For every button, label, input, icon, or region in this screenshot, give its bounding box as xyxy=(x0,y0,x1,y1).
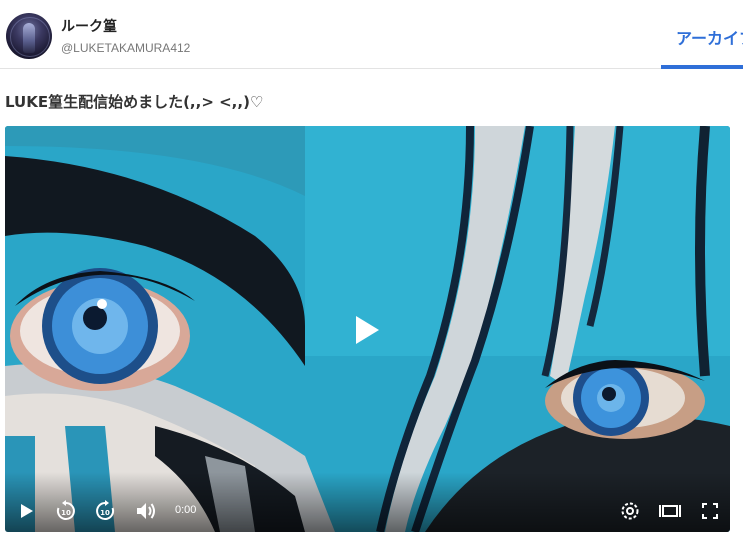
avatar[interactable] xyxy=(6,13,52,59)
tab-archive[interactable]: アーカイブ xyxy=(676,25,743,49)
video-player[interactable]: 10 10 0:00 xyxy=(5,126,730,532)
time-display: 0:00 xyxy=(175,504,197,516)
rewind-10-icon[interactable]: 10 xyxy=(55,500,77,522)
play-icon[interactable] xyxy=(19,502,35,520)
volume-icon[interactable] xyxy=(135,501,157,521)
big-play-icon[interactable] xyxy=(352,313,382,347)
post-title: LUKE篁生配信始めました(,,> <,,)♡ xyxy=(5,93,264,111)
fullscreen-icon[interactable] xyxy=(702,503,718,519)
profile-header: ルーク篁 @LUKETAKAMURA412 アーカイブ xyxy=(0,0,743,69)
svg-text:10: 10 xyxy=(100,509,110,517)
settings-gear-icon[interactable] xyxy=(619,500,641,522)
tab-active-indicator xyxy=(661,65,743,69)
forward-10-icon[interactable]: 10 xyxy=(94,500,116,522)
user-name[interactable]: ルーク篁 xyxy=(61,16,117,36)
theater-mode-icon[interactable] xyxy=(658,503,682,519)
avatar-figure xyxy=(23,23,35,53)
svg-text:10: 10 xyxy=(61,509,71,517)
user-handle: @LUKETAKAMURA412 xyxy=(61,41,191,55)
